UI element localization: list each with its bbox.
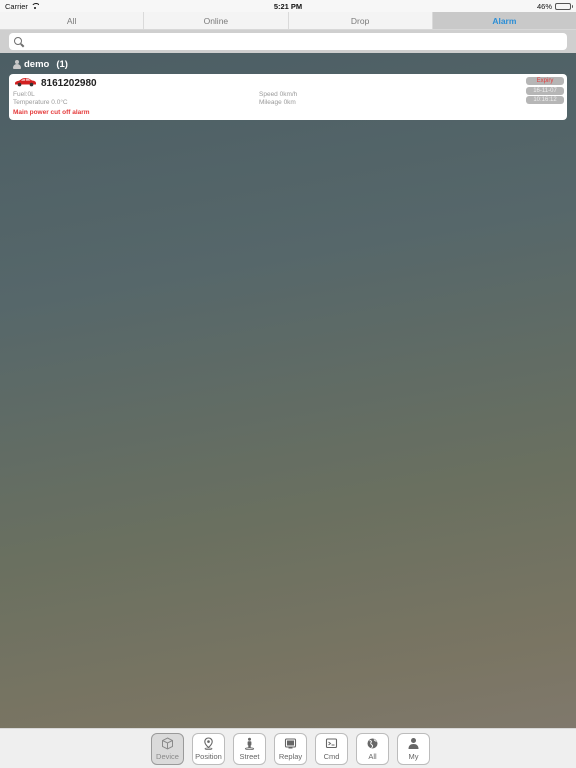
tab-online[interactable]: Online: [144, 12, 289, 29]
group-name: demo: [24, 59, 50, 70]
user-icon: [12, 59, 21, 70]
tab-replay[interactable]: Replay: [274, 733, 307, 765]
tab-label: Cmd: [323, 752, 340, 761]
search-bar: [0, 30, 576, 53]
search-icon: [14, 36, 24, 47]
bottom-tab-bar: Device Position Street Replay Cmd All My: [0, 728, 576, 768]
wifi-icon: [30, 3, 39, 9]
status-right: 46%: [536, 1, 573, 11]
tab-alarm[interactable]: Alarm: [432, 12, 576, 29]
tab-label: Position: [195, 752, 222, 761]
device-card[interactable]: 8161202980 Fuel:0L Temperature 0.0°C Spe…: [9, 74, 567, 120]
search-input[interactable]: [28, 36, 567, 47]
globe-icon: [366, 737, 379, 750]
tab-my[interactable]: My: [397, 733, 430, 765]
status-bar: Carrier 5:21 PM 46%: [0, 0, 576, 12]
location-pin-icon: [202, 737, 215, 750]
group-header[interactable]: demo (1): [12, 59, 68, 70]
battery-percent: 46%: [536, 1, 552, 11]
time-badge: 10:16:12: [526, 96, 564, 104]
tab-label: Replay: [278, 752, 303, 761]
person-icon: [407, 737, 420, 750]
group-count: (1): [56, 59, 68, 70]
status-time: 5:21 PM: [273, 1, 303, 11]
search-box[interactable]: [9, 33, 567, 50]
tab-drop[interactable]: Drop: [288, 12, 433, 29]
date-badge: 16-11-07: [526, 87, 564, 95]
carrier-label: Carrier: [5, 1, 28, 11]
command-icon: [325, 737, 338, 750]
tab-label: All: [368, 752, 377, 761]
tab-cmd[interactable]: Cmd: [315, 733, 348, 765]
expiry-badge: Expiry: [526, 77, 564, 85]
device-name: 8161202980: [41, 78, 97, 89]
cube-icon: [161, 737, 174, 750]
tab-all[interactable]: All: [0, 12, 145, 29]
status-left: Carrier: [5, 2, 39, 11]
battery-icon: [555, 2, 573, 10]
fuel-label: Fuel:0L: [13, 91, 35, 98]
car-icon: [15, 78, 36, 87]
filter-segmented-control: All Online Drop Alarm: [0, 12, 576, 30]
tab-label: Street: [239, 752, 260, 761]
tab-position[interactable]: Position: [192, 733, 225, 765]
tab-label: Device: [156, 752, 179, 761]
tab-device[interactable]: Device: [151, 733, 184, 765]
temperature-label: Temperature 0.0°C: [13, 99, 68, 106]
mileage-label: Mileage 0km: [259, 99, 296, 106]
tab-street[interactable]: Street: [233, 733, 266, 765]
street-view-icon: [243, 737, 256, 750]
tab-label: My: [408, 752, 419, 761]
speed-label: Speed 0km/h: [259, 91, 298, 98]
tab-all-map[interactable]: All: [356, 733, 389, 765]
alarm-message: Main power cut off alarm: [13, 109, 90, 116]
replay-icon: [284, 737, 297, 750]
